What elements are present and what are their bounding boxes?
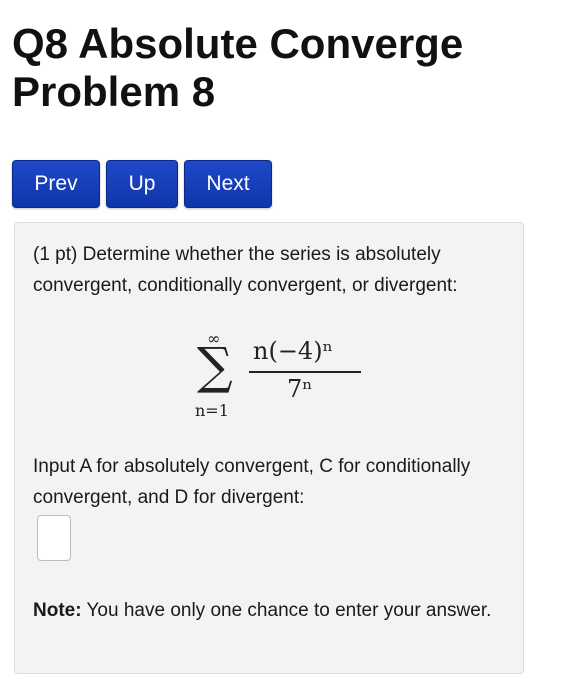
page-title: Q8 Absolute Converge Problem 8 — [12, 20, 564, 116]
prev-button[interactable]: Prev — [12, 160, 100, 208]
answer-instructions: Input A for absolutely convergent, C for… — [33, 451, 513, 513]
page-title-line-1: Q8 Absolute Converge — [12, 20, 464, 67]
page-title-line-2: Problem 8 — [12, 68, 216, 115]
summation-sign: ∑ — [197, 337, 233, 395]
note-label: Note: — [33, 600, 82, 621]
fraction-numerator: n(−4)ⁿ — [253, 337, 333, 365]
instruction-text: Input A for absolutely convergent, C for… — [33, 456, 471, 508]
series-formula: ∞ ∑ n=1 n(−4)ⁿ 7ⁿ — [185, 329, 395, 431]
sum-lower-limit: n=1 — [195, 401, 229, 420]
problem-statement: (1 pt) Determine whether the series is a… — [33, 244, 458, 296]
fraction-denominator: 7ⁿ — [287, 375, 313, 403]
note-text: You have only one chance to enter your a… — [81, 600, 492, 621]
answer-input[interactable] — [37, 515, 71, 561]
note: Note: You have only one chance to enter … — [33, 595, 513, 626]
up-button[interactable]: Up — [106, 160, 178, 208]
fraction-bar — [249, 371, 361, 373]
problem-panel: (1 pt) Determine whether the series is a… — [14, 222, 524, 674]
next-button[interactable]: Next — [184, 160, 272, 208]
